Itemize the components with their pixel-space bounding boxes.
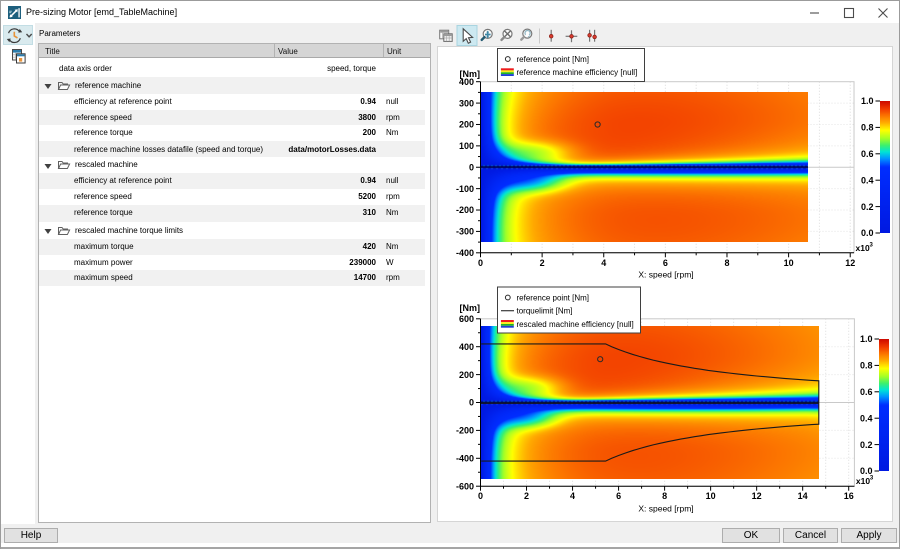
svg-text:100: 100 <box>459 141 474 151</box>
svg-text:6: 6 <box>616 491 621 501</box>
svg-text:3: 3 <box>870 476 874 482</box>
svg-text:rescaled machine efficiency [n: rescaled machine efficiency [null] <box>517 320 634 329</box>
svg-text:300: 300 <box>459 98 474 108</box>
svg-text:[Nm]: [Nm] <box>460 69 481 79</box>
svg-text:14: 14 <box>798 491 808 501</box>
svg-text:0.8: 0.8 <box>860 361 873 371</box>
svg-text:2: 2 <box>540 258 545 268</box>
svg-text:4: 4 <box>570 491 575 501</box>
svg-text:0.4: 0.4 <box>861 175 874 185</box>
svg-text:4: 4 <box>601 258 606 268</box>
svg-text:400: 400 <box>459 342 474 352</box>
svg-text:-300: -300 <box>456 227 474 237</box>
svg-text:0.8: 0.8 <box>861 123 874 133</box>
svg-text:16: 16 <box>844 491 854 501</box>
svg-text:reference machine efficiency [: reference machine efficiency [null] <box>517 68 638 77</box>
svg-text:6: 6 <box>663 258 668 268</box>
svg-text:-400: -400 <box>456 248 474 258</box>
svg-text:-100: -100 <box>456 184 474 194</box>
svg-text:reference point [Nm]: reference point [Nm] <box>517 55 589 64</box>
svg-text:3: 3 <box>870 242 874 248</box>
svg-text:200: 200 <box>459 120 474 130</box>
svg-text:8: 8 <box>724 258 729 268</box>
svg-text:0: 0 <box>469 398 474 408</box>
svg-text:0.2: 0.2 <box>860 440 873 450</box>
svg-text:-600: -600 <box>456 481 474 491</box>
svg-text:600: 600 <box>459 314 474 324</box>
svg-text:200: 200 <box>459 370 474 380</box>
svg-text:x10: x10 <box>856 476 870 486</box>
svg-text:-200: -200 <box>456 205 474 215</box>
svg-text:0.6: 0.6 <box>861 149 874 159</box>
svg-text:X: speed [rpm]: X: speed [rpm] <box>638 504 693 514</box>
svg-text:0.6: 0.6 <box>860 387 873 397</box>
svg-text:[Nm]: [Nm] <box>460 303 481 313</box>
svg-text:1.0: 1.0 <box>860 334 873 344</box>
svg-text:10: 10 <box>784 258 794 268</box>
svg-text:reference point [Nm]: reference point [Nm] <box>517 293 589 302</box>
svg-text:12: 12 <box>752 491 762 501</box>
svg-text:10: 10 <box>706 491 716 501</box>
svg-text:12: 12 <box>845 258 855 268</box>
svg-text:2: 2 <box>524 491 529 501</box>
svg-text:-200: -200 <box>456 426 474 436</box>
svg-text:torquelimit [Nm]: torquelimit [Nm] <box>517 307 573 316</box>
svg-text:0.2: 0.2 <box>861 202 874 212</box>
svg-text:0.4: 0.4 <box>860 413 873 423</box>
svg-text:-400: -400 <box>456 454 474 464</box>
svg-text:0.0: 0.0 <box>860 466 873 476</box>
svg-text:x10: x10 <box>856 243 870 253</box>
svg-text:0: 0 <box>478 491 483 501</box>
svg-text:X: speed [rpm]: X: speed [rpm] <box>638 270 693 280</box>
svg-text:1.0: 1.0 <box>861 96 874 106</box>
svg-text:8: 8 <box>662 491 667 501</box>
svg-text:0: 0 <box>478 258 483 268</box>
svg-text:0.0: 0.0 <box>861 228 874 238</box>
svg-text:0: 0 <box>469 162 474 172</box>
